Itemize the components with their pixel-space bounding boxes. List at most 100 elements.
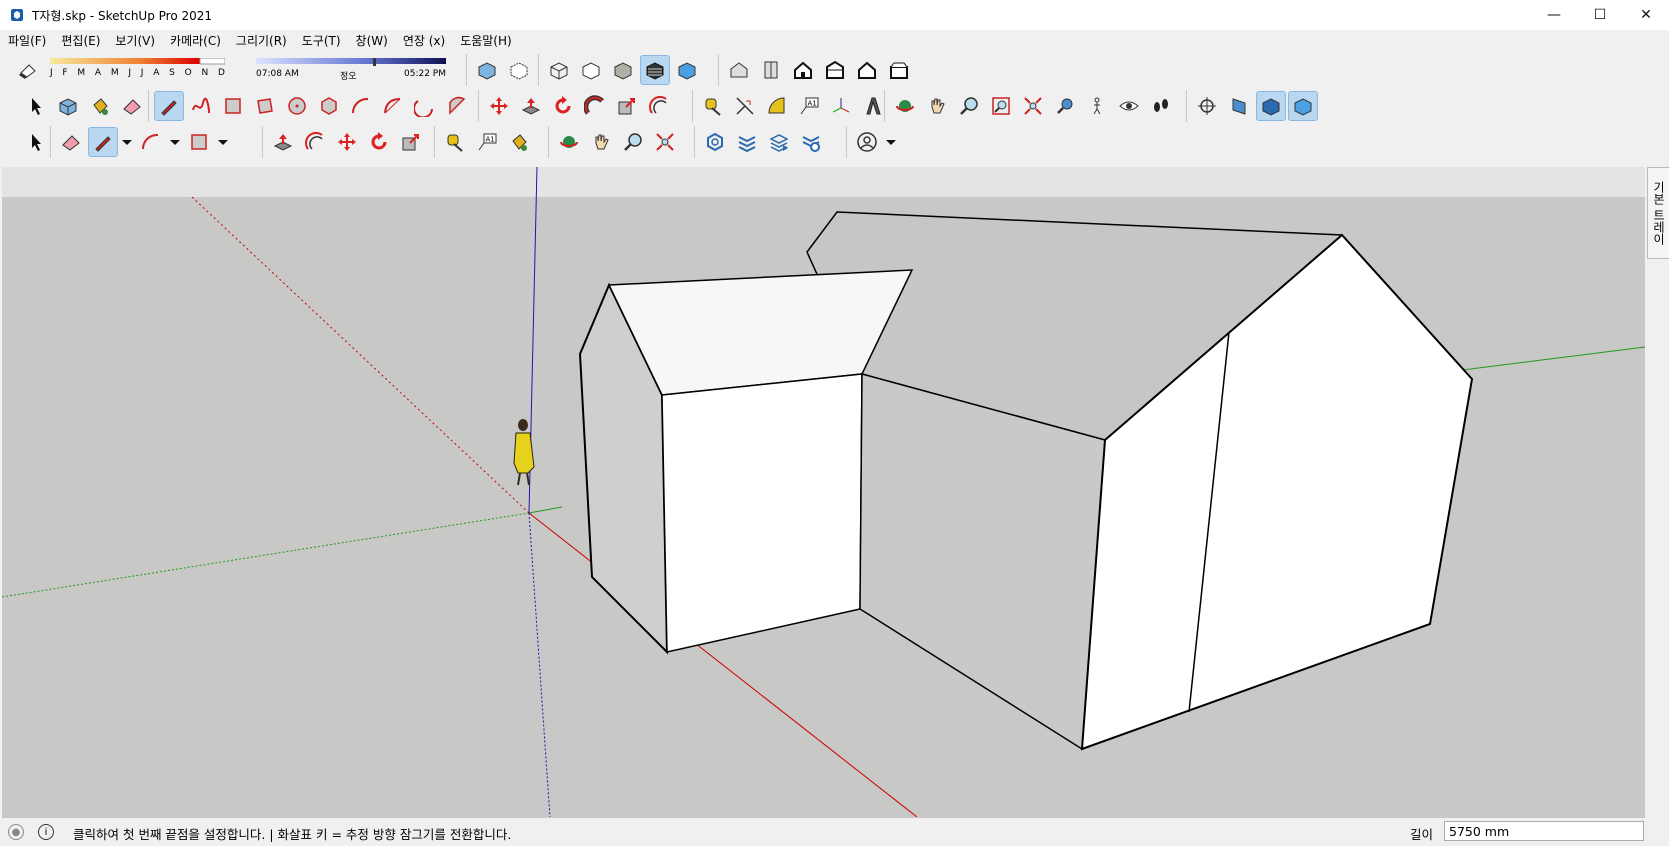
pan-button-2[interactable] (587, 128, 615, 156)
eraser-button-2[interactable] (57, 128, 85, 156)
account-button[interactable] (853, 128, 881, 156)
zoom-window-button[interactable] (987, 92, 1015, 120)
layout-send-button[interactable] (765, 128, 793, 156)
arc-button-2[interactable] (137, 128, 165, 156)
axes-button[interactable] (827, 92, 855, 120)
scale-button[interactable] (613, 92, 641, 120)
protractor-button[interactable] (763, 92, 791, 120)
3d-text-button[interactable] (859, 92, 887, 120)
rectangle-button[interactable] (219, 92, 247, 120)
orbit-button[interactable] (891, 92, 919, 120)
model-scene (2, 167, 1645, 817)
dimension-button[interactable] (731, 92, 759, 120)
left-view-button[interactable] (885, 56, 913, 84)
hidden-line-button[interactable] (577, 56, 605, 84)
previous-view-button[interactable] (1051, 92, 1079, 120)
make-component-button[interactable] (54, 92, 82, 120)
text-button-2[interactable]: A1 (473, 128, 501, 156)
pan-button[interactable] (923, 92, 951, 120)
extension-warehouse-button[interactable] (733, 128, 761, 156)
line-dropdown[interactable] (121, 128, 133, 156)
display-section-cuts-button[interactable] (1256, 91, 1286, 121)
menu-extensions[interactable]: 연장 (x) (396, 32, 452, 49)
paint-bucket-button-2[interactable] (505, 128, 533, 156)
right-view-button[interactable] (821, 56, 849, 84)
paint-bucket-button[interactable] (86, 92, 114, 120)
menu-edit[interactable]: 편집(E) (54, 32, 107, 49)
select-button[interactable] (22, 92, 50, 120)
menu-window[interactable]: 창(W) (349, 32, 395, 49)
3d-warehouse-button[interactable] (701, 128, 729, 156)
geo-location-icon[interactable]: ● (8, 824, 24, 840)
back-view-button[interactable] (853, 56, 881, 84)
push-pull-button-2[interactable] (269, 128, 297, 156)
close-button[interactable]: ✕ (1623, 0, 1669, 30)
monochrome-button[interactable] (673, 56, 701, 84)
rotate-button[interactable] (549, 92, 577, 120)
month-slider[interactable]: J F M A M J J A S O N D (50, 56, 225, 84)
menu-help[interactable]: 도움말(H) (453, 32, 519, 49)
zoom-button-2[interactable] (619, 128, 647, 156)
arc-button[interactable] (347, 92, 375, 120)
tape-measure-button-2[interactable] (441, 128, 469, 156)
shadow-toggle-button[interactable] (14, 56, 42, 84)
zoom-button[interactable] (955, 92, 983, 120)
section-plane-button[interactable] (1193, 92, 1221, 120)
line-button-2[interactable] (88, 127, 118, 157)
rotated-rectangle-button[interactable] (251, 92, 279, 120)
walk-button[interactable] (1147, 92, 1175, 120)
scale-button-2[interactable] (397, 128, 425, 156)
line-button[interactable] (154, 91, 184, 121)
two-point-arc-button[interactable] (379, 92, 407, 120)
menu-draw[interactable]: 그리기(R) (229, 32, 294, 49)
zoom-extents-button[interactable] (1019, 92, 1047, 120)
info-icon[interactable]: i (38, 824, 54, 840)
extension-manager-button[interactable] (797, 128, 825, 156)
zoom-extents-button-2[interactable] (651, 128, 679, 156)
time-slider[interactable]: 07:08 AM 정오 05:22 PM (256, 56, 446, 84)
top-view-button[interactable] (757, 56, 785, 84)
display-section-fill-button[interactable] (1288, 91, 1318, 121)
month-label: J (50, 68, 53, 78)
xray-button[interactable] (473, 56, 501, 84)
display-section-planes-button[interactable] (1225, 92, 1253, 120)
polygon-button[interactable] (315, 92, 343, 120)
minimize-button[interactable]: — (1531, 0, 1577, 30)
pie-button[interactable] (443, 92, 471, 120)
shaded-button[interactable] (609, 56, 637, 84)
rotate-button-2[interactable] (365, 128, 393, 156)
default-tray-tab[interactable]: 기본 트레이 (1647, 167, 1669, 259)
orbit-button-2[interactable] (555, 128, 583, 156)
text-button[interactable]: A1 (795, 92, 823, 120)
eraser-button[interactable] (118, 92, 146, 120)
freehand-button[interactable] (187, 92, 215, 120)
front-view-button[interactable] (789, 56, 817, 84)
offset-button[interactable] (645, 92, 673, 120)
shape-dropdown[interactable] (217, 128, 229, 156)
follow-me-button[interactable] (581, 92, 609, 120)
offset-button-2[interactable] (301, 128, 329, 156)
select-button-2[interactable] (22, 128, 50, 156)
arc-dropdown[interactable] (169, 128, 181, 156)
paint-bucket-icon (512, 134, 527, 151)
move-button[interactable] (485, 92, 513, 120)
push-pull-button[interactable] (517, 92, 545, 120)
rectangle-button-2[interactable] (185, 128, 213, 156)
back-edges-button[interactable] (505, 56, 533, 84)
move-button-2[interactable] (333, 128, 361, 156)
tape-measure-button[interactable] (699, 92, 727, 120)
wireframe-button[interactable] (545, 56, 573, 84)
three-point-arc-button[interactable] (411, 92, 439, 120)
menu-camera[interactable]: 카메라(C) (163, 32, 228, 49)
shaded-textures-button[interactable] (640, 55, 670, 85)
menu-view[interactable]: 보기(V) (108, 32, 162, 49)
account-dropdown[interactable] (885, 128, 897, 156)
maximize-button[interactable]: ☐ (1577, 0, 1623, 30)
circle-button[interactable] (283, 92, 311, 120)
menu-tools[interactable]: 도구(T) (295, 32, 348, 49)
look-around-button[interactable] (1115, 92, 1143, 120)
position-camera-button[interactable] (1083, 92, 1111, 120)
measurements-input[interactable]: 5750 mm (1444, 821, 1644, 841)
iso-view-button[interactable] (725, 56, 753, 84)
menu-file[interactable]: 파일(F) (1, 32, 53, 49)
